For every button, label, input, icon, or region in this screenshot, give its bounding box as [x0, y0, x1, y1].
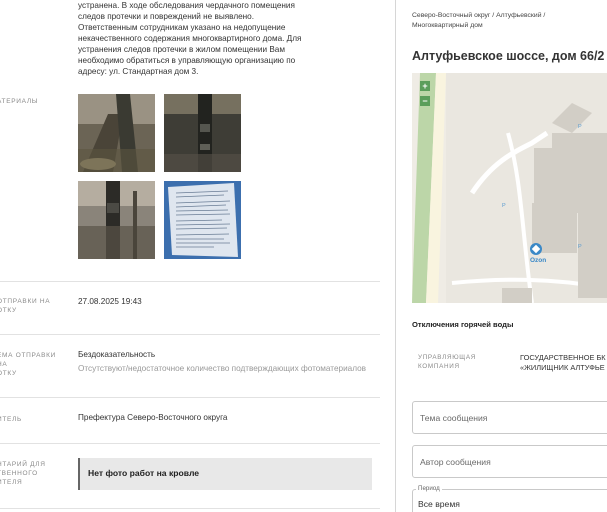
label-line: ИТЕЛЬ — [0, 416, 23, 423]
label-line: ЕМА ОТПРАВКИ НА — [0, 352, 57, 368]
photo-thumbnail-2[interactable] — [164, 94, 241, 172]
building-map[interactable] — [412, 73, 607, 303]
complaint-details: устранена. В ходе обследования чердачног… — [0, 0, 382, 512]
photo-thumbnail-3[interactable] — [78, 181, 155, 259]
divider — [0, 508, 380, 509]
parking-marker: P — [502, 203, 506, 209]
message-author-placeholder: Автор сообщения — [420, 457, 491, 467]
label-line: ОТПРАВКИ НА — [0, 298, 51, 305]
message-topic-input[interactable]: Тема сообщения — [412, 401, 607, 434]
building-address: Алтуфьевское шоссе, дом 66/2 — [412, 49, 605, 63]
breadcrumb-line[interactable]: Северо-Восточный округ / Алтуфьевский / — [412, 11, 602, 21]
value-line: «ЖИЛИЩНИК АЛТУФЬЕ — [520, 363, 605, 372]
building-panel: Северо-Восточный округ / Алтуфьевский / … — [396, 0, 607, 512]
description-line: необходимо обратиться в управляющую орга… — [78, 56, 296, 65]
message-topic-placeholder: Тема сообщения — [420, 413, 488, 423]
map-poi-label: Ozon — [530, 257, 547, 264]
comment-text: Нет фото работ на кровле — [88, 468, 200, 478]
parking-marker: P — [578, 124, 582, 130]
label-line: КОМПАНИЯ — [418, 363, 460, 370]
description-line: устранения следов протечки в жилом помещ… — [78, 45, 285, 54]
description-line: устранена. В ходе обследования чердачног… — [78, 1, 295, 10]
label-line: ТВЕННОГО — [0, 470, 38, 477]
zoom-out-button[interactable]: − — [420, 96, 430, 106]
sent-for-review-date-label: ОТПРАВКИ НА ОТКУ — [0, 297, 65, 315]
description-line: Ответственным сотрудникам указано на нед… — [78, 23, 286, 32]
breadcrumb: Северо-Восточный округ / Алтуфьевский / … — [412, 11, 602, 31]
materials-label: АТЕРИАЛЫ — [0, 98, 39, 105]
comment-label: НТАРИЙ ДЛЯ ТВЕННОГО ИТЕЛЯ — [0, 460, 65, 487]
label-line: ОТКУ — [0, 307, 17, 314]
management-company-label: УПРАВЛЯЮЩАЯ КОМПАНИЯ — [418, 353, 476, 371]
divider — [0, 281, 380, 282]
review-reason-label: ЕМА ОТПРАВКИ НА ОТКУ — [0, 351, 65, 378]
zoom-in-button[interactable]: + — [420, 81, 430, 91]
description-line: некачественного содержания многоквартирн… — [78, 34, 302, 43]
label-line: НТАРИЙ ДЛЯ — [0, 461, 46, 468]
photo-thumbnail-1[interactable] — [78, 94, 155, 172]
period-value: Все время — [418, 499, 460, 509]
response-description: устранена. В ходе обследования чердачног… — [78, 0, 308, 77]
period-label: Период — [416, 485, 442, 492]
value-line: ГОСУДАРСТВЕННОЕ БК — [520, 353, 606, 362]
divider — [0, 443, 380, 444]
management-company-name: ГОСУДАРСТВЕННОЕ БК «ЖИЛИЩНИК АЛТУФЬЕ — [520, 353, 607, 373]
parking-marker: P — [578, 244, 582, 250]
review-reason-detail: Отсутствуют/недостаточное количество под… — [78, 364, 366, 373]
divider — [0, 397, 380, 398]
description-line: следов протечки и повреждений не выявлен… — [78, 12, 255, 21]
document-photo-thumbnail[interactable] — [164, 181, 241, 259]
review-reason: Бездоказательность — [78, 350, 156, 359]
description-line: адресу: ул. Стандартная дом 3. — [78, 67, 199, 76]
sent-for-review-date: 27.08.2025 19:43 — [78, 297, 142, 306]
hot-water-outages-title: Отключения горячей воды — [412, 320, 514, 329]
message-author-input[interactable]: Автор сообщения — [412, 445, 607, 478]
label-line: УПРАВЛЯЮЩАЯ — [418, 354, 477, 361]
label-line: ОТКУ — [0, 370, 17, 377]
divider — [0, 334, 380, 335]
breadcrumb-line: Многоквартирный дом — [412, 22, 483, 29]
executor: Префектура Северо-Восточного округа — [78, 413, 228, 422]
comment-box: Нет фото работ на кровле — [78, 458, 372, 490]
label-line: ИТЕЛЯ — [0, 479, 23, 486]
executor-label: ИТЕЛЬ — [0, 415, 65, 424]
